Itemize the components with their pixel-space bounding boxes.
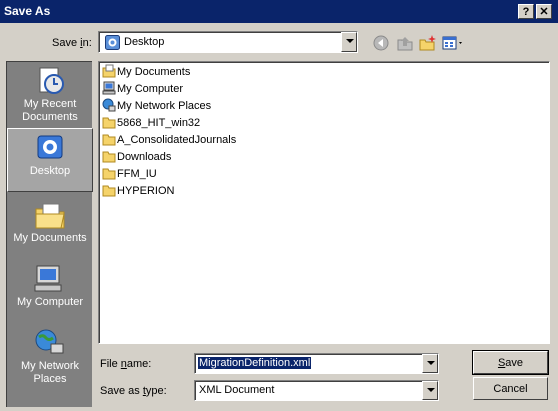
list-item-label: HYPERION [117,185,175,197]
place-label: My Recent Documents [22,98,78,123]
save-as-type-dropdown-arrow[interactable] [422,381,438,400]
cancel-button[interactable]: Cancel [473,377,548,400]
my-computer-icon [102,81,116,95]
network-places-icon [35,329,64,354]
save-in-dropdown[interactable]: Desktop [98,31,358,53]
close-button[interactable]: ✕ [536,4,552,19]
list-item-label: 5868_HIT_win32 [117,117,201,129]
place-recent-documents[interactable]: My Recent Documents [7,62,93,128]
save-in-value: Desktop [124,36,165,48]
save-button[interactable]: Save [472,350,549,375]
save-as-type-label: Save as type: [100,385,167,397]
help-button[interactable]: ? [518,4,534,19]
place-network-places[interactable]: My Network Places [7,324,93,390]
my-documents-icon [35,203,65,229]
save-in-label: Save in: [52,37,92,49]
folder-icon [102,117,116,129]
file-list[interactable]: My Documents My Computer My Network Plac… [98,61,550,344]
up-folder-icon[interactable] [396,34,414,52]
close-icon: ✕ [539,6,549,18]
list-item-label: My Network Places [117,100,212,112]
my-computer-icon [34,265,62,292]
place-label: My Computer [16,296,84,308]
save-as-type-dropdown[interactable]: XML Document [194,380,439,401]
save-as-dialog: Save As ? ✕ Save in: Desktop My Recent D… [0,0,558,411]
file-name-label-part: ame: [126,358,152,370]
list-item-label: My Computer [117,83,184,95]
file-name-label-part: File [100,358,121,370]
help-icon: ? [522,6,530,18]
place-label: Desktop [29,165,71,177]
title-bar[interactable]: Save As ? ✕ [0,0,558,23]
file-name-dropdown-arrow[interactable] [422,354,438,373]
list-item-label: FFM_IU [117,168,157,180]
save-as-type-label-part: ype: [145,385,167,397]
place-my-documents[interactable]: My Documents [7,196,93,262]
place-my-computer[interactable]: My Computer [7,260,93,326]
network-places-icon [102,98,116,112]
file-name-value: MigrationDefinition.xml [198,357,312,369]
list-item-label: A_ConsolidatedJournals [117,134,237,146]
save-button-label: Save [474,357,547,369]
file-name-label: File name: [100,358,151,370]
cancel-button-label: Cancel [493,383,528,395]
desktop-icon [105,35,120,50]
my-documents-icon [102,64,116,78]
places-bar: My Recent Documents Desktop My Documents [6,61,93,407]
folder-icon [102,134,116,146]
place-label: My Network Places [20,360,80,385]
file-name-field[interactable]: MigrationDefinition.xml [194,353,439,374]
window-title: Save As [4,4,51,18]
save-in-dropdown-arrow[interactable] [341,32,357,52]
folder-icon [102,185,116,197]
place-label: My Documents [13,232,87,244]
save-in-label-part: Save [52,37,81,49]
save-in-label-part: n: [82,37,92,49]
views-menu-icon[interactable] [442,34,466,52]
save-button-label-rest: ave [505,357,524,369]
list-item-label: My Documents [117,66,191,78]
save-as-type-label-part: Save as [100,385,143,397]
list-item-label: Downloads [117,151,172,163]
recent-documents-icon [39,67,64,94]
back-icon[interactable] [372,34,390,52]
folder-icon [102,151,116,163]
save-as-type-value: XML Document [199,384,275,396]
folder-icon [102,168,116,180]
new-folder-icon[interactable] [419,34,437,52]
desktop-icon [37,135,63,159]
place-desktop[interactable]: Desktop [7,128,93,192]
